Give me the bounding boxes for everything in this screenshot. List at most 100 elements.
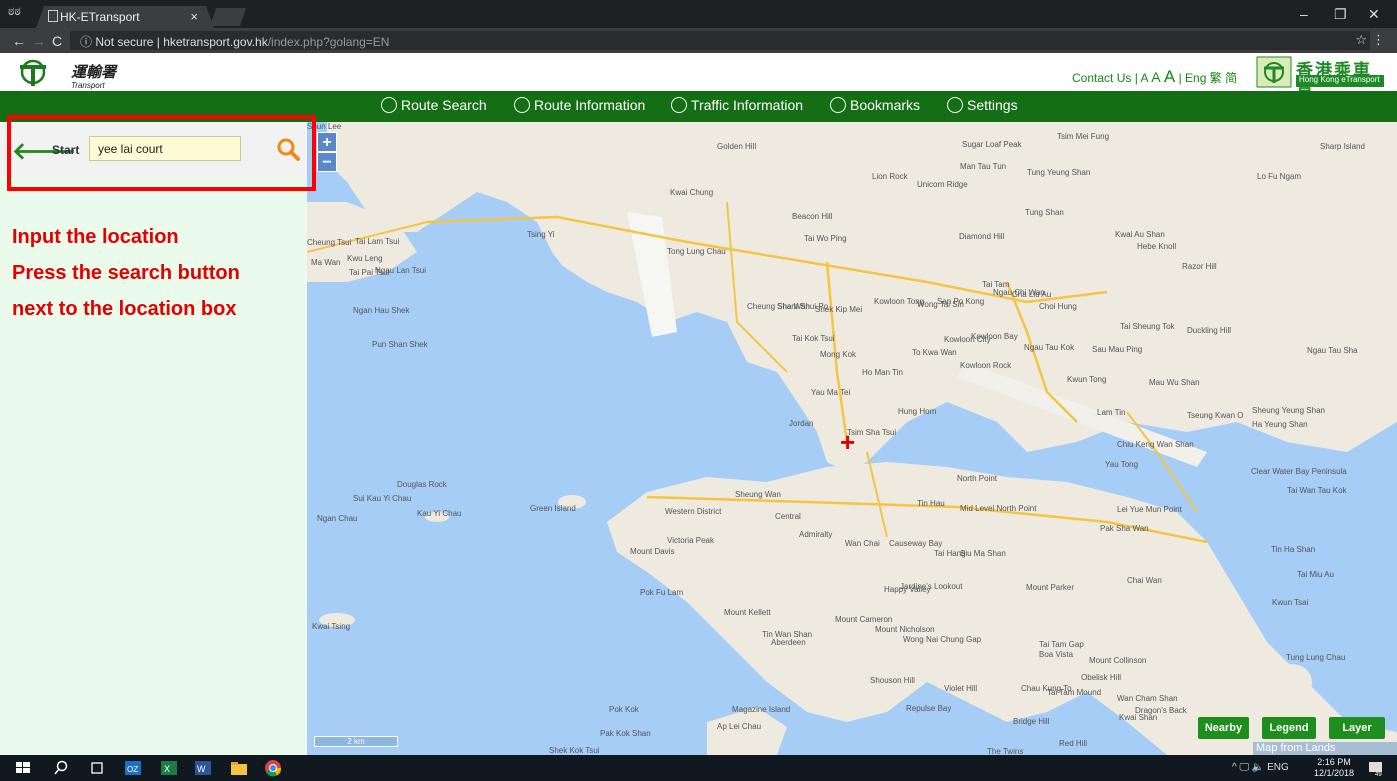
- restore-icon[interactable]: ❐: [1334, 6, 1347, 23]
- info-icon: ⓘ: [80, 35, 93, 49]
- notification-center-icon[interactable]: 49: [1367, 759, 1385, 777]
- map-place-label: Mau Wu Shan: [1149, 378, 1200, 387]
- search-icon[interactable]: [52, 759, 70, 777]
- map-place-label: Kau Yi Chau: [417, 509, 462, 518]
- new-tab-button[interactable]: [210, 8, 246, 26]
- menu-route-information[interactable]: Route Information: [514, 97, 645, 113]
- map-place-label: To Kwa Wan: [912, 348, 957, 357]
- map-place-label: Ngan Chau: [317, 514, 358, 523]
- map-place-label: Sui Kau Yi Chau: [353, 494, 412, 503]
- map-place-label: Shek Kok Tsui: [549, 746, 600, 755]
- network-icon[interactable]: 🖵: [1239, 762, 1249, 773]
- map-place-label: Tong Lung Chau: [667, 247, 726, 256]
- lang-tc-link[interactable]: 繁: [1210, 71, 1222, 85]
- word-icon[interactable]: W: [194, 759, 212, 777]
- map-place-label: Shouson Hill: [870, 676, 915, 685]
- font-size-large-button[interactable]: A: [1164, 67, 1175, 86]
- map-place-label: Jardine's Lookout: [900, 582, 963, 591]
- magnifier-icon: [381, 97, 397, 113]
- tab-close-icon[interactable]: ×: [190, 9, 198, 24]
- url-host: hketransport.gov.hk: [163, 35, 268, 49]
- lang-eng-link[interactable]: Eng: [1185, 71, 1206, 85]
- incognito-icon: ಠಠ: [8, 4, 21, 18]
- screen: ಠಠ HK-ETransport × – ❐ ✕ ← → C ⓘ Not sec…: [0, 0, 1397, 781]
- map-place-label: Mount Davis: [630, 547, 675, 556]
- map-place-label: Ngau Tau Sha: [1307, 346, 1358, 355]
- map-place-label: Kwu Leng: [347, 254, 383, 263]
- map-place-label: Tsing Yi: [527, 230, 555, 239]
- lang-sc-link[interactable]: 简: [1225, 71, 1237, 85]
- map-place-label: Western District: [665, 507, 722, 516]
- hketransport-logo[interactable]: 香港乘車易 Hong Kong eTransport: [1256, 56, 1384, 105]
- map-place-label: Mong Kok: [820, 350, 857, 359]
- menu-route-search[interactable]: Route Search: [381, 97, 487, 113]
- map-place-label: Tung Yeung Shan: [1027, 168, 1091, 177]
- minimize-icon[interactable]: –: [1300, 6, 1308, 22]
- legend-button[interactable]: Legend: [1262, 717, 1316, 739]
- file-explorer-icon[interactable]: [230, 759, 248, 777]
- site-header: 運輸署 Transport Department Contact Us | A …: [0, 53, 1397, 105]
- map-place-label: Tai Tam Mound: [1047, 688, 1102, 697]
- system-tray[interactable]: ^ 🖵 🔈 ENG: [1232, 762, 1289, 773]
- zoom-in-button[interactable]: +: [317, 132, 337, 152]
- chevron-up-icon[interactable]: ^: [1232, 762, 1237, 773]
- layer-button[interactable]: Layer: [1329, 717, 1385, 739]
- map-place-label: Golden Hill: [717, 142, 757, 151]
- clock[interactable]: 2:16 PM 12/1/2018: [1314, 757, 1354, 779]
- page-icon: [48, 10, 58, 22]
- map-place-label: Lo Fu Ngam: [1257, 172, 1302, 181]
- map-place-label: Pok Fu Lam: [640, 588, 684, 597]
- chrome-icon[interactable]: [264, 759, 282, 777]
- map-place-label: Lei Yue Mun Point: [1117, 505, 1182, 514]
- map-place-label: Pok Kok: [609, 705, 639, 714]
- address-bar[interactable]: ⓘ Not secure | hketransport.gov.hk/index…: [70, 31, 1370, 50]
- map-place-label: Pun Shan Shek: [372, 340, 428, 349]
- map-place-label: Kwai Shan: [1119, 713, 1158, 722]
- browser-menu-icon[interactable]: ⋮: [1372, 32, 1385, 48]
- url-path: /index.php?golang=EN: [267, 35, 390, 49]
- map-place-label: Tai Miu Au: [1297, 570, 1334, 579]
- highlight-box: [7, 115, 316, 191]
- map-place-label: Tai Tam: [982, 280, 1010, 289]
- map-place-label: Kowloon Bay: [971, 332, 1018, 341]
- task-view-icon[interactable]: [88, 759, 106, 777]
- font-size-small-button[interactable]: A: [1141, 71, 1148, 85]
- map-place-label: Mount Cameron: [835, 615, 893, 624]
- back-arrow-icon[interactable]: ←: [12, 33, 26, 49]
- map-view[interactable]: Golden Hill Sugar Loaf Peak Tsim Mei Fung M…: [307, 122, 1397, 755]
- map-place-label: Tung Lung Chau: [1286, 653, 1346, 662]
- map-place-label: Aberdeen: [771, 638, 806, 647]
- volume-icon[interactable]: 🔈: [1252, 762, 1264, 773]
- nearby-button[interactable]: Nearby: [1198, 717, 1249, 739]
- zoom-out-button[interactable]: −: [317, 152, 337, 172]
- menu-bookmarks[interactable]: Bookmarks: [830, 97, 920, 113]
- security-label: Not secure: [95, 35, 154, 49]
- excel-icon[interactable]: X: [160, 759, 178, 777]
- map-place-label: Pak Kok Shan: [600, 729, 651, 738]
- windows-start-icon[interactable]: [14, 759, 32, 777]
- bookmark-star-icon[interactable]: ☆: [1355, 32, 1367, 48]
- close-window-icon[interactable]: ✕: [1368, 6, 1380, 23]
- transport-department-logo[interactable]: 運輸署 Transport Department: [16, 57, 117, 99]
- outlook-icon[interactable]: OZ: [124, 759, 142, 777]
- menu-settings[interactable]: Settings: [947, 97, 1018, 113]
- map-place-label: Tai Wan Tau Kok: [1287, 486, 1347, 495]
- instruction-line-2: Press the search button: [12, 262, 240, 284]
- map-place-label: Kowloon Rock: [960, 361, 1012, 370]
- forward-arrow-icon[interactable]: →: [32, 33, 46, 49]
- reload-icon[interactable]: C: [52, 33, 62, 49]
- dept-name-zh: 運輸署: [71, 64, 117, 81]
- map-attribution: Map from Lands Department: [1253, 742, 1397, 755]
- font-size-medium-button[interactable]: A: [1151, 69, 1160, 85]
- input-language[interactable]: ENG: [1267, 762, 1289, 773]
- contact-us-link[interactable]: Contact Us: [1072, 71, 1131, 85]
- map-place-label: Jordan: [789, 419, 814, 428]
- browser-toolbar: ← → C ⓘ Not secure | hketransport.gov.hk…: [0, 28, 1397, 53]
- menu-traffic-information[interactable]: Traffic Information: [671, 97, 803, 113]
- map-place-label: Lion Rock: [872, 172, 908, 181]
- map-place-label: Ngau Tau Kok: [1024, 343, 1075, 352]
- map-place-label: Wan Cham Shan: [1117, 694, 1178, 703]
- browser-tab[interactable]: HK-ETransport ×: [36, 6, 214, 28]
- map-place-label: Ha Yeung Shan: [1252, 420, 1308, 429]
- map-place-label: Man Tau Tun: [960, 162, 1007, 171]
